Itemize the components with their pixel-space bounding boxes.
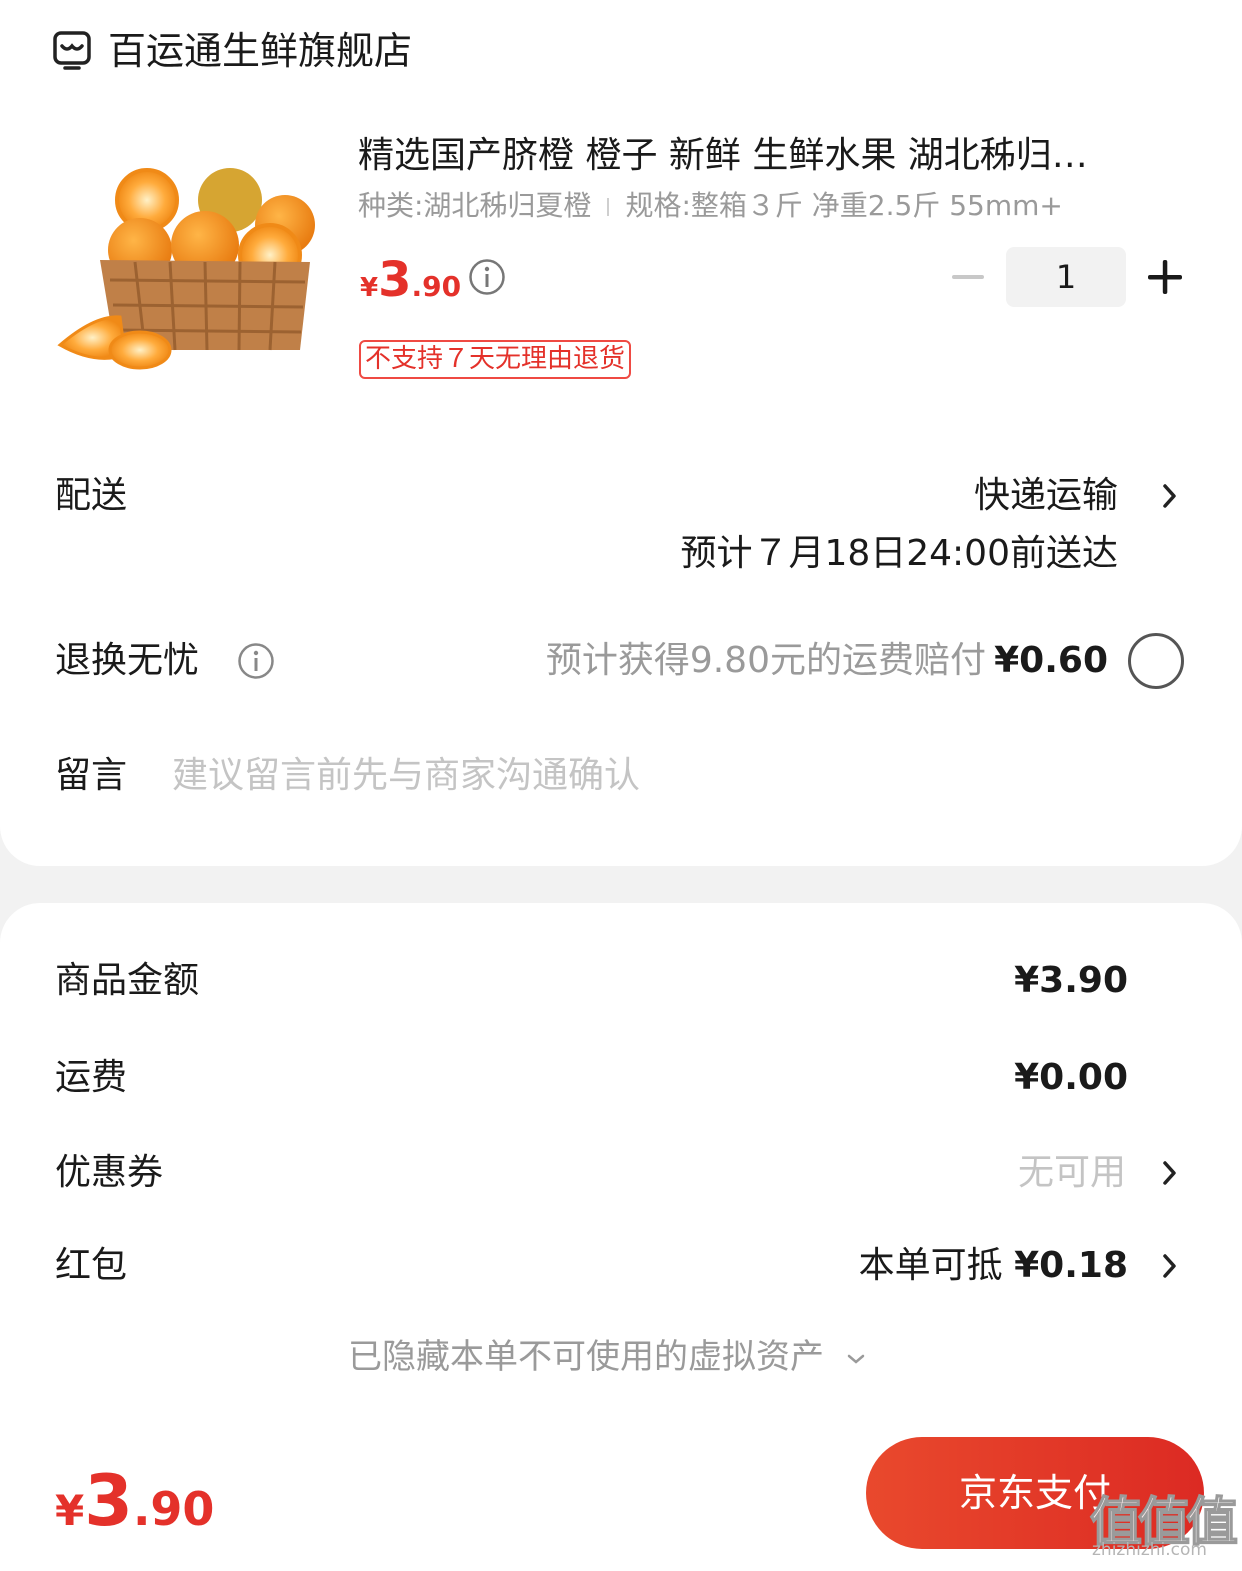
goods-amount-label: 商品金额: [55, 960, 200, 1001]
coupon-chevron-icon[interactable]: [1160, 1158, 1180, 1188]
spec-divider: [607, 198, 610, 216]
spec-size: 规格:整箱３斤 净重2.5斤 55mm+: [625, 189, 1063, 222]
goods-amount-value: ¥3.90: [1014, 960, 1128, 1001]
message-label: 留言: [55, 755, 128, 796]
product-spec[interactable]: 种类:湖北秭归夏橙 规格:整箱３斤 净重2.5斤 55mm+: [358, 186, 1063, 226]
shipping-value: ¥0.00: [1014, 1057, 1128, 1098]
price-summary-card: 商品金额 ¥3.90 运费 ¥0.00 优惠券 无可用 红包 本单可抵 ¥0.1…: [0, 903, 1242, 1423]
watermark-url: zhizhizhi.com: [1092, 1540, 1207, 1560]
store-icon: [53, 31, 91, 70]
chevron-down-icon: [847, 1354, 865, 1364]
hidden-assets-text: 已隐藏本单不可使用的虚拟资产: [348, 1337, 824, 1377]
total-currency: ¥: [55, 1486, 85, 1535]
no-return-tag: 不支持７天无理由退货: [359, 340, 632, 379]
order-card: 百运通生鲜旗舰店 精选国产脐橙 橙子 新鲜 生鲜水果 湖北秭归… 种类:湖北秭归…: [0, 0, 1242, 866]
redpacket-prefix: 本单可抵: [858, 1245, 1003, 1286]
shipping-label: 运费: [55, 1057, 128, 1098]
total-integer: 3: [84, 1460, 133, 1542]
return-worry-free-radio[interactable]: [1128, 633, 1184, 689]
coupon-label: 优惠券: [55, 1152, 164, 1193]
product-image[interactable]: [55, 150, 325, 380]
price-integer: 3: [378, 252, 412, 308]
redpacket-chevron-icon[interactable]: [1160, 1251, 1180, 1281]
message-input[interactable]: 建议留言前先与商家沟通确认: [172, 752, 640, 800]
delivery-method[interactable]: 快递运输: [974, 472, 1118, 520]
coupon-value[interactable]: 无可用: [1018, 1149, 1126, 1197]
total-decimal: .90: [132, 1482, 215, 1536]
return-worry-free-price: ¥0.60: [994, 640, 1108, 681]
quantity-decrease-button[interactable]: [948, 257, 988, 297]
product-title[interactable]: 精选国产脐橙 橙子 新鲜 生鲜水果 湖北秭归…: [358, 132, 1178, 180]
shop-name[interactable]: 百运通生鲜旗舰店: [108, 26, 412, 76]
delivery-eta: 预计７月18日24:00前送达: [680, 533, 1118, 574]
product-price: ¥3.90: [360, 252, 461, 308]
return-info-icon[interactable]: [237, 642, 275, 680]
delivery-label: 配送: [55, 475, 128, 516]
price-currency: ¥: [360, 273, 379, 303]
return-worry-free-label: 退换无忧: [55, 640, 200, 681]
redpacket-value[interactable]: 本单可抵 ¥0.18: [859, 1242, 1128, 1290]
price-info-icon[interactable]: [468, 258, 506, 296]
total-price: ¥3.90: [55, 1460, 214, 1542]
delivery-chevron-icon[interactable]: [1160, 481, 1180, 511]
redpacket-label: 红包: [55, 1245, 128, 1286]
hidden-assets-toggle[interactable]: 已隐藏本单不可使用的虚拟资产: [348, 1333, 867, 1381]
spec-type: 种类:湖北秭归夏橙: [358, 189, 592, 222]
quantity-increase-button[interactable]: [1146, 258, 1184, 296]
redpacket-amount: ¥0.18: [1014, 1245, 1128, 1286]
watermark: 值值值 zhizhizhi.com: [1089, 1480, 1240, 1568]
quantity-input[interactable]: 1: [1006, 247, 1126, 307]
price-decimal: .90: [411, 270, 462, 303]
return-compensation-text: 预计获得9.80元的运费赔付: [545, 640, 986, 681]
